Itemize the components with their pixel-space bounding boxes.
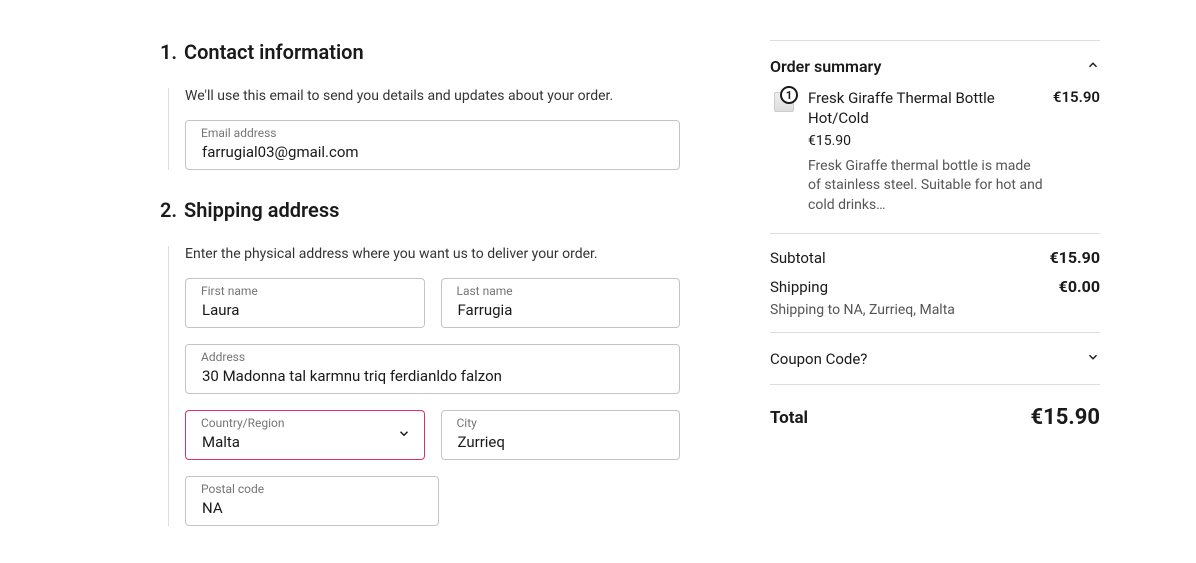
chevron-up-icon: [1086, 57, 1100, 76]
shipping-title: Shipping address: [184, 198, 339, 222]
postal-group: Postal code: [185, 476, 439, 526]
total-value: €15.90: [1031, 405, 1101, 430]
shipping-label: Shipping: [770, 278, 828, 296]
contact-title: Contact information: [184, 40, 364, 64]
item-description: Fresk Giraffe thermal bottle is made of …: [808, 157, 1043, 216]
item-name: Fresk Giraffe Thermal Bottle Hot/Cold: [808, 88, 1043, 129]
postal-input[interactable]: [185, 476, 439, 526]
item-thumbnail: 1: [770, 88, 800, 118]
country-group: Country/Region: [185, 410, 425, 460]
cart-item: 1 Fresk Giraffe Thermal Bottle Hot/Cold …: [770, 88, 1100, 234]
item-line-price: €15.90: [1053, 88, 1100, 215]
total-row: Total €15.90: [770, 385, 1100, 450]
city-input[interactable]: [441, 410, 681, 460]
contact-section: 1. Contact information We'll use this em…: [160, 40, 680, 170]
step-number-1: 1.: [160, 40, 184, 64]
order-summary-title: Order summary: [770, 57, 881, 76]
order-summary-panel: Order summary 1 Fresk Giraffe Thermal Bo…: [720, 40, 1100, 554]
total-label: Total: [770, 408, 808, 428]
subtotal-value: €15.90: [1049, 248, 1100, 267]
first-name-input[interactable]: [185, 278, 425, 328]
subtotal-row: Subtotal €15.90: [770, 234, 1100, 273]
email-field-group: Email address: [185, 120, 680, 170]
shipping-row: Shipping €0.00 Shipping to NA, Zurrieq, …: [770, 273, 1100, 333]
city-group: City: [441, 410, 681, 460]
address-group: Address: [185, 344, 680, 394]
first-name-group: First name: [185, 278, 425, 328]
shipping-value: €0.00: [1059, 277, 1100, 296]
shipping-section: 2. Shipping address Enter the physical a…: [160, 198, 680, 526]
item-unit-price: €15.90: [808, 133, 1043, 149]
coupon-toggle[interactable]: Coupon Code?: [770, 333, 1100, 385]
checkout-form: 1. Contact information We'll use this em…: [0, 40, 720, 554]
country-select[interactable]: [185, 410, 425, 460]
quantity-badge: 1: [780, 86, 798, 104]
shipping-description: Enter the physical address where you wan…: [185, 246, 680, 262]
contact-description: We'll use this email to send you details…: [185, 88, 680, 104]
last-name-group: Last name: [441, 278, 681, 328]
step-number-2: 2.: [160, 198, 184, 222]
chevron-down-icon: [1086, 349, 1100, 368]
subtotal-label: Subtotal: [770, 249, 826, 267]
order-summary-header[interactable]: Order summary: [770, 41, 1100, 88]
address-input[interactable]: [185, 344, 680, 394]
email-input[interactable]: [185, 120, 680, 170]
coupon-label: Coupon Code?: [770, 350, 867, 368]
shipping-destination: Shipping to NA, Zurrieq, Malta: [770, 302, 1100, 332]
last-name-input[interactable]: [441, 278, 681, 328]
